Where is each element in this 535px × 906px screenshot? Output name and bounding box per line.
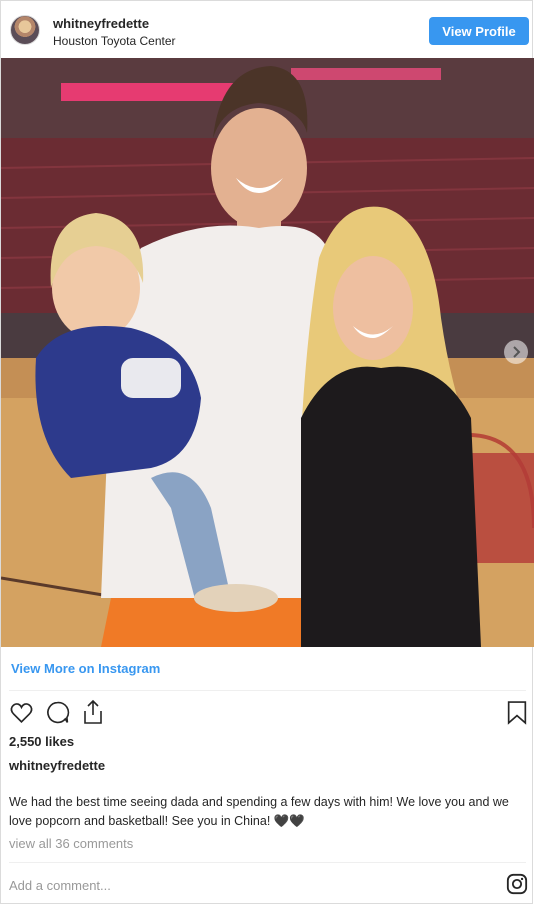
share-icon[interactable]: [81, 699, 105, 725]
heart-icon[interactable]: [9, 700, 34, 725]
divider: [9, 862, 526, 863]
comment-icon[interactable]: [45, 700, 70, 725]
post-caption: We had the best time seeing dada and spe…: [9, 795, 509, 828]
next-photo-button[interactable]: [504, 340, 528, 364]
header-username[interactable]: whitneyfredette: [53, 16, 149, 31]
view-more-link[interactable]: View More on Instagram: [11, 661, 160, 676]
post-photo[interactable]: [1, 58, 534, 647]
likes-count[interactable]: 2,550 likes: [9, 734, 74, 749]
instagram-embed-card: whitneyfredette Houston Toyota Center Vi…: [0, 0, 534, 904]
instagram-icon[interactable]: [506, 873, 528, 895]
header-location[interactable]: Houston Toyota Center: [53, 34, 176, 48]
bookmark-icon[interactable]: [506, 700, 528, 725]
caption-username[interactable]: whitneyfredette: [9, 758, 105, 773]
view-profile-button[interactable]: View Profile: [429, 17, 529, 45]
divider: [9, 690, 526, 691]
post-header: whitneyfredette Houston Toyota Center Vi…: [1, 1, 532, 59]
view-all-comments-link[interactable]: view all 36 comments: [9, 836, 133, 851]
avatar[interactable]: [10, 15, 40, 45]
add-comment-input[interactable]: Add a comment...: [9, 878, 111, 893]
chevron-right-icon: [513, 346, 521, 358]
post-photo-illustration: [1, 58, 534, 647]
